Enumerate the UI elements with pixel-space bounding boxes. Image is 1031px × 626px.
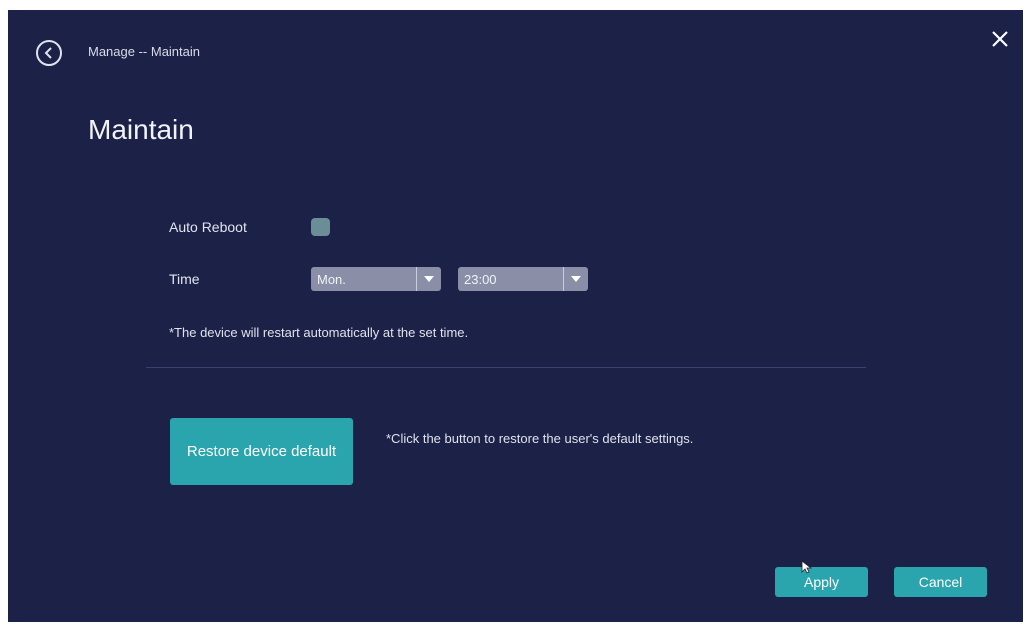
close-icon [992, 31, 1008, 47]
back-button[interactable] [36, 40, 62, 66]
divider [146, 367, 866, 368]
page-title: Maintain [88, 114, 194, 145]
cancel-button[interactable]: Cancel [894, 567, 987, 597]
breadcrumb: Manage -- Maintain [88, 44, 200, 59]
maintain-dialog: Manage -- Maintain Maintain Auto Reboot … [8, 10, 1023, 622]
restore-default-button[interactable]: Restore device default [170, 418, 353, 485]
restart-note: *The device will restart automatically a… [169, 325, 469, 340]
hour-select[interactable]: 23:00 [458, 267, 588, 291]
time-label: Time [169, 271, 200, 287]
restore-note: *Click the button to restore the user's … [386, 431, 694, 446]
day-select-value: Mon. [317, 271, 346, 287]
close-button[interactable] [989, 28, 1011, 50]
auto-reboot-label: Auto Reboot [169, 219, 247, 235]
apply-button[interactable]: Apply [775, 567, 868, 597]
auto-reboot-checkbox[interactable] [311, 218, 330, 236]
day-select[interactable]: Mon. [311, 267, 441, 291]
hour-select-value: 23:00 [464, 271, 497, 287]
mouse-cursor-icon [801, 560, 813, 574]
back-circle-icon [44, 47, 52, 59]
chevron-down-icon [563, 267, 588, 291]
chevron-down-icon [416, 267, 441, 291]
